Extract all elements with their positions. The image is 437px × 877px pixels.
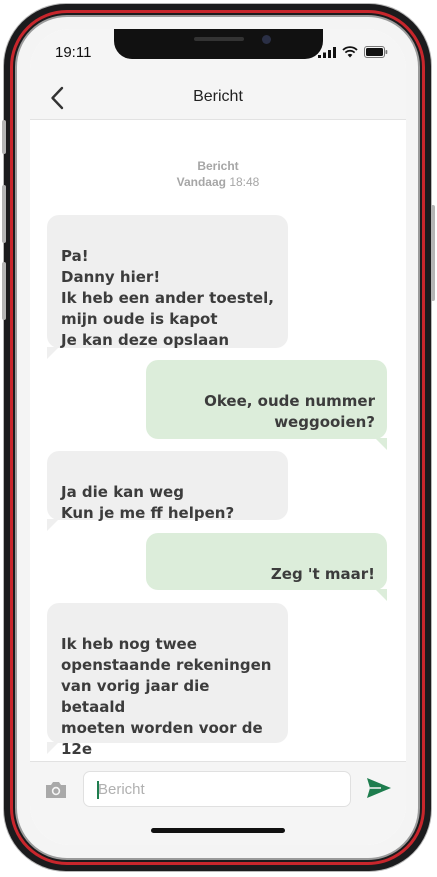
battery-icon [364,46,388,58]
text-cursor [97,781,99,799]
message-bubble-incoming[interactable]: Ik heb nog twee openstaande rekeningen v… [47,603,288,758]
front-camera [262,35,271,44]
conversation-title: Bericht [193,88,243,105]
volume-up-button [2,185,6,243]
thread-day: Vandaag [176,175,226,189]
message-bubble-incoming[interactable]: Pa! Danny hier! Ik heb een ander toestel… [47,215,288,349]
camera-button[interactable] [44,780,70,802]
message-thread[interactable]: Bericht Vandaag 18:48 Pa! Danny hier! Ik… [30,120,406,761]
message-text: Ik heb nog twee openstaande rekeningen v… [61,635,272,758]
message-text: Ja die kan weg Kun je me ff helpen? [61,483,235,522]
message-bubble-outgoing[interactable]: Zeg 't maar! [146,533,387,590]
message-text: Pa! Danny hier! Ik heb een ander toestel… [61,247,274,349]
message-bubble-outgoing[interactable]: Okee, oude nummer weggooien? [146,360,387,439]
power-button [431,205,435,301]
mute-switch [2,120,6,154]
conversation-header: Bericht [30,77,406,120]
earpiece-speaker [194,37,244,41]
message-tail [47,519,59,531]
message-bubble-incoming[interactable]: Ja die kan weg Kun je me ff helpen? [47,451,288,522]
message-tail [47,347,59,359]
message-tail [375,438,387,450]
status-time: 19:11 [55,44,92,61]
volume-down-button [2,262,6,320]
status-icons [318,46,388,58]
home-indicator[interactable] [151,828,285,833]
camera-notch [114,29,323,59]
wifi-icon [342,46,358,58]
message-tail [375,589,387,601]
message-text: Okee, oude nummer weggooien? [204,392,375,431]
thread-time: 18:48 [229,175,260,189]
thread-meta: Bericht Vandaag 18:48 [30,158,406,190]
message-input[interactable] [83,771,351,807]
thread-label: Bericht [197,159,239,173]
message-text: Zeg 't maar! [270,565,375,583]
send-button[interactable] [365,776,395,804]
message-tail [47,742,59,754]
phone-screen: 19:11 Bericht Bericht Vandaag 18:48 Pa! … [30,29,406,845]
camera-icon [46,782,66,798]
send-icon [367,778,391,798]
